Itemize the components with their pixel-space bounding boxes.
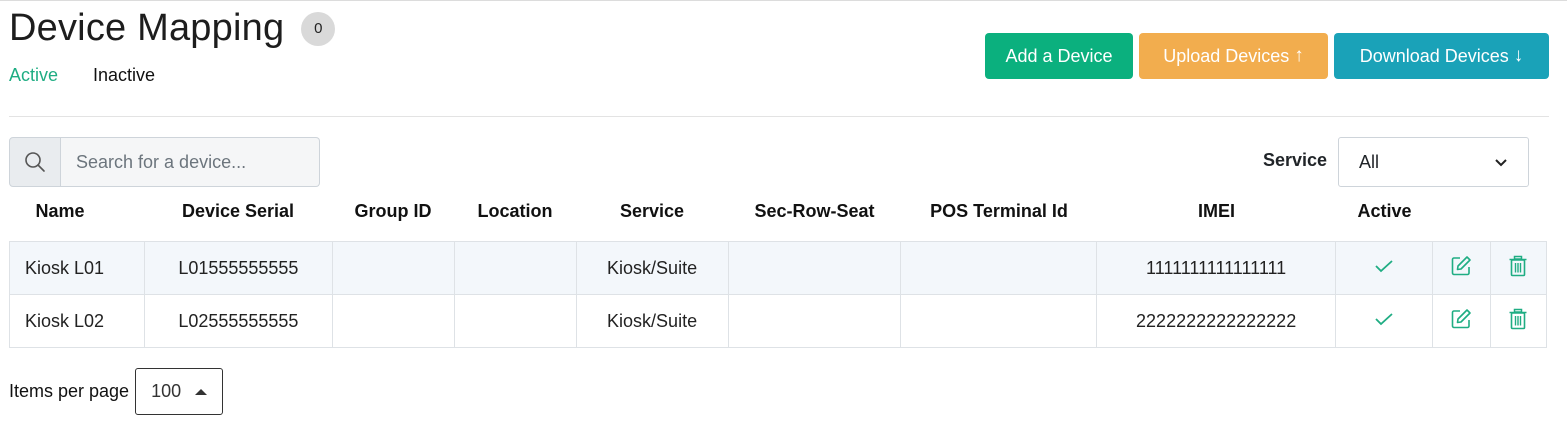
service-filter-value: All (1359, 151, 1380, 172)
cell-name: Kiosk L02 (9, 294, 145, 348)
table-row: Kiosk L02 L02555555555 Kiosk/Suite 22222… (9, 294, 1548, 348)
cell-group-id (331, 241, 455, 295)
column-header-imei[interactable]: IMEI (1097, 201, 1336, 222)
arrow-up-icon: ↑ (1294, 45, 1304, 66)
cell-sec-row-seat (727, 241, 902, 295)
upload-devices-label: Upload Devices (1163, 45, 1290, 66)
column-header-device-serial[interactable]: Device Serial (144, 201, 332, 222)
search-icon (9, 137, 61, 187)
check-icon (1374, 258, 1394, 274)
column-header-name[interactable]: Name (28, 201, 92, 222)
service-filter-select[interactable]: All (1338, 137, 1529, 187)
cell-delete (1489, 294, 1548, 348)
pagination: Items per page 100 (9, 368, 224, 415)
status-tabs: Active Inactive (9, 65, 155, 86)
items-per-page-select[interactable]: 100 (135, 368, 224, 415)
tab-active[interactable]: Active (9, 65, 58, 86)
column-header-location[interactable]: Location (454, 201, 576, 222)
edit-icon[interactable] (1450, 308, 1472, 330)
cell-active (1335, 294, 1433, 348)
cell-service: Kiosk/Suite (575, 294, 729, 348)
table-row: Kiosk L01 L01555555555 Kiosk/Suite 11111… (9, 241, 1548, 295)
divider (9, 116, 1549, 117)
device-search (9, 137, 320, 187)
cell-imei: 2222222222222222 (1096, 294, 1337, 348)
column-header-service[interactable]: Service (576, 201, 728, 222)
tab-inactive[interactable]: Inactive (93, 65, 155, 86)
caret-up-icon (195, 388, 208, 395)
device-count-badge: 0 (301, 11, 336, 46)
column-header-sec-row-seat[interactable]: Sec-Row-Seat (728, 201, 901, 222)
cell-name: Kiosk L01 (9, 241, 145, 295)
add-device-button[interactable]: Add a Device (985, 33, 1133, 79)
cell-edit (1432, 294, 1491, 348)
cell-sec-row-seat (727, 294, 902, 348)
cell-location (453, 241, 577, 295)
cell-group-id (331, 294, 455, 348)
cell-edit (1432, 241, 1491, 295)
download-devices-button[interactable]: Download Devices ↓ (1334, 33, 1549, 79)
cell-service: Kiosk/Suite (575, 241, 729, 295)
page-header: Device Mapping 0 (9, 7, 336, 50)
add-device-label: Add a Device (1005, 45, 1113, 66)
cell-device-serial: L02555555555 (143, 294, 333, 348)
service-filter-label: Service (1263, 150, 1328, 170)
cell-device-serial: L01555555555 (143, 241, 333, 295)
cell-delete (1489, 241, 1548, 295)
devices-table: Kiosk L01 L01555555555 Kiosk/Suite 11111… (9, 241, 1548, 348)
column-header-pos-terminal-id[interactable]: POS Terminal Id (901, 201, 1097, 222)
upload-devices-button[interactable]: Upload Devices ↑ (1139, 33, 1328, 79)
download-devices-label: Download Devices (1359, 45, 1509, 66)
table-header: Name Device Serial Group ID Location Ser… (9, 201, 1546, 229)
items-per-page-value: 100 (151, 381, 182, 401)
column-header-group-id[interactable]: Group ID (332, 201, 454, 222)
check-icon (1374, 311, 1394, 327)
trash-icon[interactable] (1508, 255, 1528, 277)
trash-icon[interactable] (1508, 308, 1528, 330)
items-per-page-label: Items per page (9, 381, 130, 401)
cell-location (453, 294, 577, 348)
cell-pos-terminal-id (900, 241, 1098, 295)
search-input[interactable] (61, 137, 320, 187)
edit-icon[interactable] (1450, 255, 1472, 277)
cell-pos-terminal-id (900, 294, 1098, 348)
column-header-active[interactable]: Active (1336, 201, 1433, 222)
page-title: Device Mapping (9, 7, 285, 49)
arrow-down-icon: ↓ (1513, 45, 1524, 66)
cell-imei: 1111111111111111 (1096, 241, 1337, 295)
cell-active (1335, 241, 1433, 295)
chevron-down-icon (1494, 152, 1508, 173)
action-buttons: Add a Device Upload Devices ↑ Download D… (985, 33, 1549, 79)
